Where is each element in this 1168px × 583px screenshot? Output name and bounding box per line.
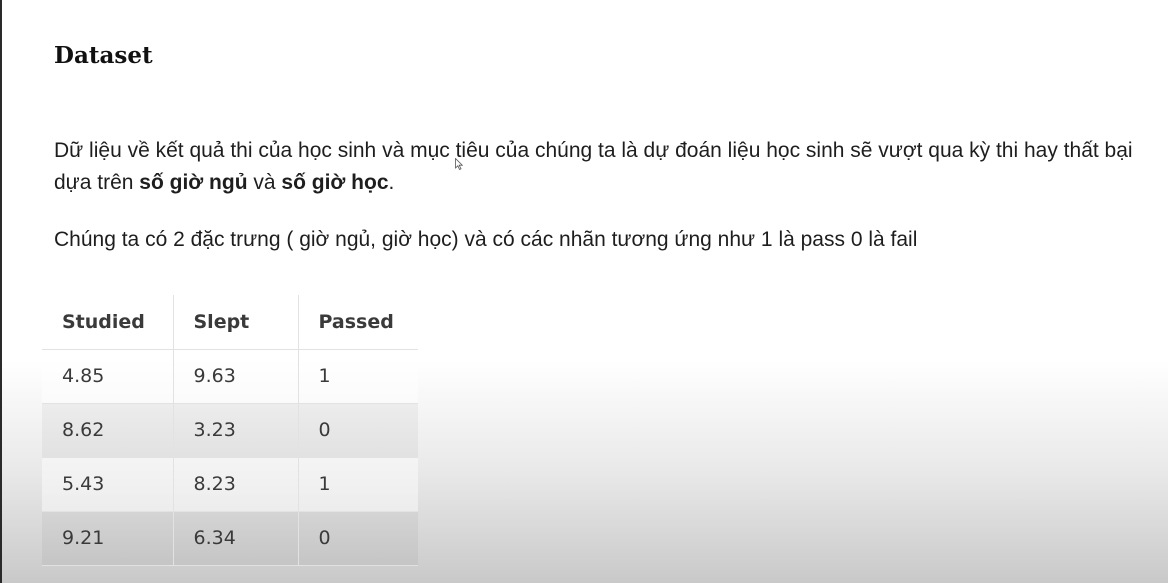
paragraph-text-end: . (388, 171, 395, 194)
cell-studied: 4.85 (42, 349, 174, 404)
bold-sleep-hours: số giờ ngủ (139, 171, 248, 194)
section-heading: Dataset (54, 42, 153, 69)
cell-slept: 6.34 (173, 511, 299, 566)
features-paragraph: Chúng ta có 2 đặc trưng ( giờ ngủ, giờ h… (54, 228, 918, 251)
cell-studied: 5.43 (42, 457, 174, 512)
cell-passed: 0 (298, 511, 418, 566)
header-slept: Slept (173, 295, 299, 350)
cell-slept: 8.23 (173, 457, 299, 512)
header-studied: Studied (42, 295, 174, 350)
table-header-row: Studied Slept Passed (42, 295, 418, 350)
table-row: 8.62 3.23 0 (42, 403, 418, 458)
cell-slept: 9.63 (173, 349, 299, 404)
cell-passed: 0 (298, 403, 418, 458)
cell-studied: 8.62 (42, 403, 174, 458)
table-row: 4.85 9.63 1 (42, 349, 418, 404)
paragraph-text-mid: và (247, 171, 282, 194)
cell-studied: 9.21 (42, 511, 174, 566)
slide-page: Dataset Dữ liệu về kết quả thi của học s… (0, 0, 1168, 583)
mouse-cursor-icon (455, 158, 463, 170)
dataset-table: Studied Slept Passed 4.85 9.63 1 8.62 3.… (42, 295, 418, 566)
cell-slept: 3.23 (173, 403, 299, 458)
left-edge-border (0, 0, 2, 583)
description-paragraph: Dữ liệu về kết quả thi của học sinh và m… (54, 135, 1144, 199)
table-row: 9.21 6.34 0 (42, 511, 418, 566)
cell-passed: 1 (298, 457, 418, 512)
bold-study-hours: số giờ học (281, 171, 389, 194)
header-passed: Passed (298, 295, 418, 350)
cell-passed: 1 (298, 349, 418, 404)
table-row: 5.43 8.23 1 (42, 457, 418, 512)
